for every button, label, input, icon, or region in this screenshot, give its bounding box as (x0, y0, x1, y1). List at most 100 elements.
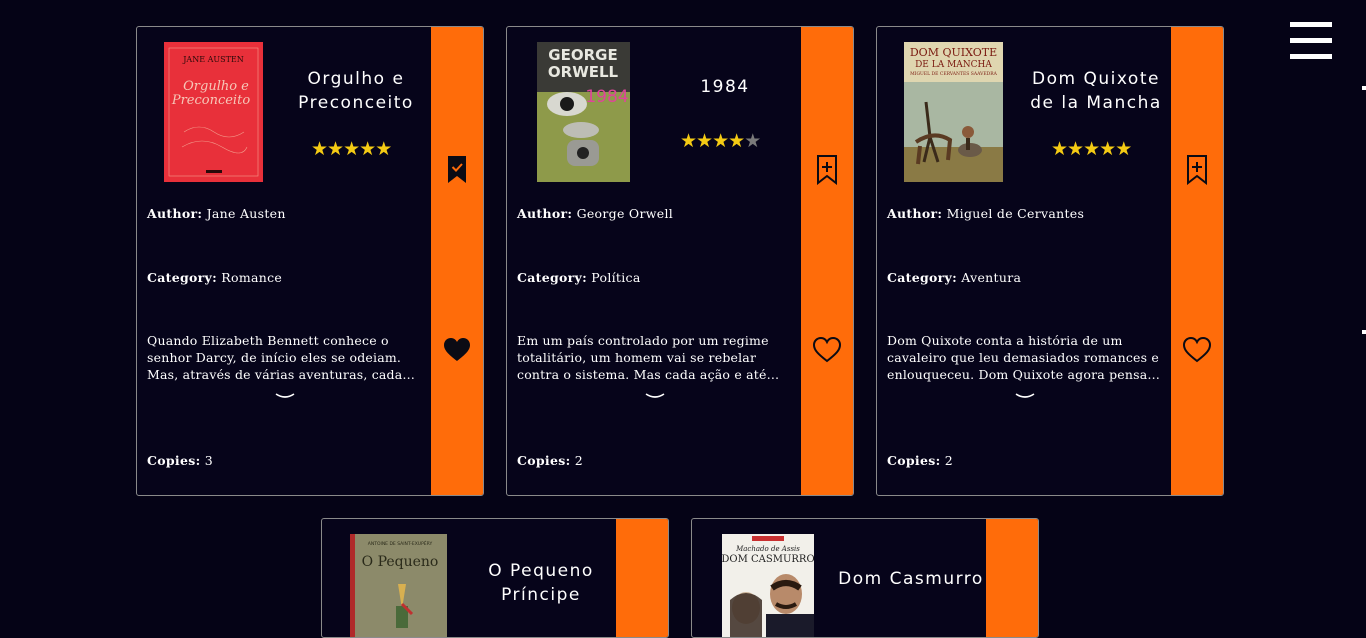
cover-author: JANE AUSTEN (182, 55, 244, 64)
expand-chevron-icon[interactable] (1015, 387, 1035, 398)
book-title-line: Dom Casmurro (838, 569, 984, 589)
book-title-line: Príncipe (501, 585, 581, 605)
expand-chevron-icon[interactable] (275, 387, 295, 398)
book-title: Dom Quixote de la Mancha (1027, 67, 1165, 115)
copies-value: 3 (204, 453, 214, 468)
star-filled-icon: ★ (327, 138, 344, 160)
copies-label: Copies: (887, 453, 941, 468)
author-value: George Orwell (576, 206, 674, 221)
book-card: GEORGE ORWELL 1984 1984 ★★★★★ Author: Ge… (506, 26, 854, 496)
author-label: Author: (517, 206, 573, 221)
category-field: Category: Romance (147, 270, 282, 286)
copies-field: Copies: 3 (147, 453, 213, 469)
menu-bar (1290, 54, 1332, 59)
author-value: Miguel de Cervantes (946, 206, 1085, 221)
category-value: Aventura (961, 270, 1022, 285)
bookmark-add-icon[interactable] (1171, 155, 1223, 187)
hamburger-menu-button[interactable] (1290, 22, 1332, 59)
rating-stars: ★★★★★ (1051, 138, 1132, 160)
copies-field: Copies: 2 (517, 453, 583, 469)
category-value: Política (591, 270, 641, 285)
heart-filled-icon[interactable] (431, 337, 483, 369)
cover-author: Machado de Assis (735, 545, 800, 553)
author-field: Author: George Orwell (517, 206, 673, 222)
star-filled-icon: ★ (712, 130, 729, 152)
book-cover[interactable]: DOM QUIXOTE DE LA MANCHA MIGUEL DE CERVA… (904, 42, 1003, 182)
scroll-edge-mark (1362, 86, 1366, 90)
book-card: ANTOINE DE SAINT-EXUPÉRY O Pequeno O Peq… (321, 518, 669, 638)
book-cover[interactable]: ANTOINE DE SAINT-EXUPÉRY O Pequeno (350, 534, 447, 637)
star-filled-icon: ★ (311, 138, 328, 160)
rating-stars: ★★★★★ (311, 138, 392, 160)
category-label: Category: (147, 270, 218, 285)
scroll-edge-mark (1362, 330, 1366, 334)
card-action-bar (616, 519, 668, 637)
expand-chevron-icon[interactable] (645, 387, 665, 398)
book-title-line: de la Mancha (1030, 93, 1162, 113)
book-card: DOM QUIXOTE DE LA MANCHA MIGUEL DE CERVA… (876, 26, 1224, 496)
book-title-line: Orgulho e (307, 69, 405, 89)
author-field: Author: Miguel de Cervantes (887, 206, 1084, 222)
book-cover[interactable]: Machado de Assis DOM CASMURRO (722, 534, 814, 637)
card-action-bar (1171, 27, 1223, 495)
star-empty-icon: ★ (744, 130, 761, 152)
star-filled-icon: ★ (1099, 138, 1116, 160)
copies-value: 2 (574, 453, 584, 468)
author-value: Jane Austen (206, 206, 286, 221)
book-cover[interactable]: JANE AUSTEN Orgulho e Preconceito (164, 42, 263, 182)
book-card: JANE AUSTEN Orgulho e Preconceito Orgulh… (136, 26, 484, 496)
star-filled-icon: ★ (1051, 138, 1068, 160)
star-filled-icon: ★ (1083, 138, 1100, 160)
book-description: Dom Quixote conta a história de um caval… (887, 333, 1161, 382)
book-title: O Pequeno Príncipe (472, 559, 610, 607)
star-filled-icon: ★ (1067, 138, 1084, 160)
cover-title: DOM QUIXOTE (910, 46, 997, 59)
menu-bar (1290, 38, 1332, 43)
cover-author: MIGUEL DE CERVANTES SAAVEDRA (910, 71, 998, 77)
bookmark-checked-icon[interactable] (431, 155, 483, 187)
cover-title: 1984 (585, 87, 628, 107)
book-cover[interactable]: GEORGE ORWELL 1984 (537, 42, 630, 182)
category-field: Category: Aventura (887, 270, 1021, 286)
copies-label: Copies: (147, 453, 201, 468)
book-title-line: O Pequeno (488, 561, 594, 581)
book-card: Machado de Assis DOM CASMURRO Dom Casmur… (691, 518, 1039, 638)
card-action-bar (431, 27, 483, 495)
book-title-line: Preconceito (298, 93, 414, 113)
star-filled-icon: ★ (359, 138, 376, 160)
copies-value: 2 (944, 453, 954, 468)
menu-bar (1290, 22, 1332, 27)
category-value: Romance (221, 270, 283, 285)
book-description: Em um país controlado por um regime tota… (517, 333, 780, 382)
book-title: 1984 (655, 75, 795, 99)
cover-title: DE LA MANCHA (915, 60, 992, 70)
cover-title: DOM CASMURRO (722, 554, 814, 565)
star-filled-icon: ★ (375, 138, 392, 160)
cover-title: Orgulho e (183, 79, 249, 94)
heart-outline-icon[interactable] (1171, 337, 1223, 369)
star-filled-icon: ★ (680, 130, 697, 152)
book-title-line: 1984 (700, 77, 750, 97)
card-action-bar (801, 27, 853, 495)
cover-author: GEORGE (548, 46, 617, 64)
copies-field: Copies: 2 (887, 453, 953, 469)
cover-title: Preconceito (171, 93, 250, 108)
category-label: Category: (887, 270, 958, 285)
cover-title: O Pequeno (362, 554, 439, 570)
bookmark-add-icon[interactable] (801, 155, 853, 187)
card-action-bar (986, 519, 1038, 637)
star-filled-icon: ★ (1115, 138, 1132, 160)
star-filled-icon: ★ (728, 130, 745, 152)
book-title: Orgulho e Preconceito (287, 67, 425, 115)
star-filled-icon: ★ (696, 130, 713, 152)
author-label: Author: (147, 206, 203, 221)
category-label: Category: (517, 270, 588, 285)
author-label: Author: (887, 206, 943, 221)
heart-outline-icon[interactable] (801, 337, 853, 369)
author-field: Author: Jane Austen (147, 206, 286, 222)
category-field: Category: Política (517, 270, 641, 286)
book-title-line: Dom Quixote (1032, 69, 1160, 89)
rating-stars: ★★★★★ (680, 130, 761, 152)
star-filled-icon: ★ (343, 138, 360, 160)
book-description: Quando Elizabeth Bennett conhece o senho… (147, 333, 416, 382)
